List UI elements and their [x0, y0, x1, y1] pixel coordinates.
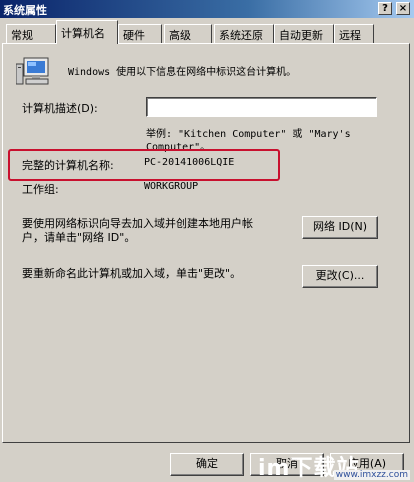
- network-id-text-line-2: 户，请单击"网络 ID"。: [22, 231, 136, 244]
- tab-strip: 常规 计算机名 硬件 高级 系统还原 自动更新 远程: [0, 18, 414, 44]
- network-id-button[interactable]: 网络 ID(N): [302, 216, 378, 239]
- watermark-url: www.imxzz.com: [333, 470, 410, 480]
- tab-advanced-label: 高级: [169, 29, 191, 42]
- tab-automatic-updates-label: 自动更新: [279, 29, 323, 42]
- workgroup-value: WORKGROUP: [144, 181, 199, 192]
- rename-text: 要重新命名此计算机或加入域，单击"更改"。: [22, 267, 242, 280]
- title-bar[interactable]: 系统属性 ? ×: [0, 0, 414, 18]
- window-title: 系统属性: [3, 4, 47, 17]
- tab-automatic-updates[interactable]: 自动更新: [274, 24, 334, 43]
- tab-general-label: 常规: [11, 29, 33, 42]
- tab-remote[interactable]: 远程: [334, 24, 374, 43]
- close-button[interactable]: ×: [396, 2, 410, 15]
- tab-general[interactable]: 常规: [6, 24, 56, 43]
- workgroup-label: 工作组:: [22, 183, 59, 196]
- site-watermark: im下载站 www.imxzz.com: [258, 444, 414, 482]
- tab-remote-label: 远程: [339, 29, 361, 42]
- tab-computer-name-label: 计算机名: [61, 27, 105, 40]
- tab-system-restore[interactable]: 系统还原: [214, 24, 274, 43]
- help-button[interactable]: ?: [378, 2, 392, 15]
- highlight-box: [8, 149, 280, 181]
- computer-icon: [16, 57, 49, 85]
- tab-system-restore-label: 系统还原: [219, 29, 263, 42]
- tab-computer-name[interactable]: 计算机名: [56, 20, 118, 44]
- description-label: 计算机描述(D):: [22, 102, 98, 115]
- intro-text: Windows 使用以下信息在网络中标识这台计算机。: [68, 67, 297, 78]
- tab-hardware[interactable]: 硬件: [118, 24, 162, 43]
- ok-button[interactable]: 确定: [170, 453, 244, 476]
- tab-hardware-label: 硬件: [123, 29, 145, 42]
- description-input[interactable]: [146, 97, 377, 117]
- change-button[interactable]: 更改(C)...: [302, 265, 378, 288]
- tab-advanced[interactable]: 高级: [164, 24, 212, 43]
